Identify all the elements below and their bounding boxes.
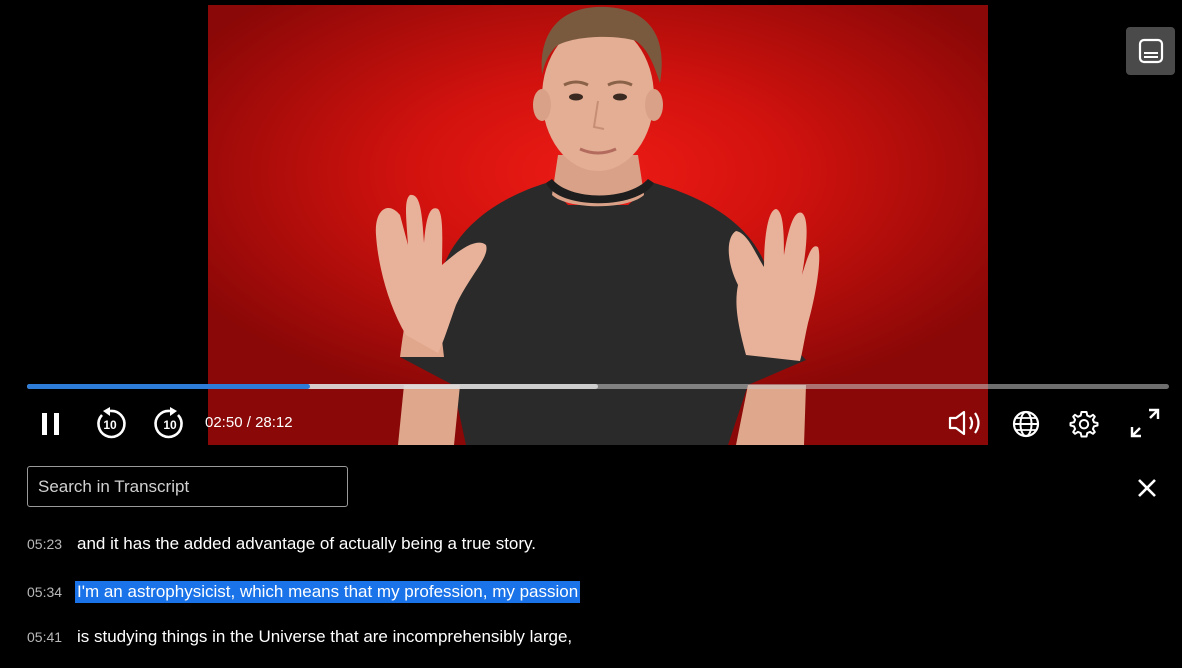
globe-icon (1012, 410, 1040, 438)
captions-button[interactable] (1126, 27, 1175, 75)
volume-icon (948, 410, 980, 436)
transcript-line-active[interactable]: 05:34 I'm an astrophysicist, which means… (27, 580, 581, 604)
pause-button[interactable] (38, 410, 64, 438)
rewind-10-button[interactable]: 10 (92, 406, 128, 442)
close-icon (1138, 479, 1156, 497)
volume-button[interactable] (946, 408, 986, 438)
progress-played (27, 384, 311, 389)
transcript-line[interactable]: 05:41 is studying things in the Universe… (27, 625, 574, 649)
settings-button[interactable] (1068, 408, 1100, 440)
captions-icon (1138, 38, 1163, 64)
transcript-text: and it has the added advantage of actual… (77, 534, 536, 553)
transcript-text: is studying things in the Universe that … (77, 627, 573, 646)
transcript-search-input[interactable] (27, 466, 348, 507)
duration: 28:12 (255, 414, 293, 431)
language-button[interactable] (1010, 408, 1042, 440)
video-area[interactable] (6, 5, 1180, 445)
transcript-timestamp: 05:23 (27, 536, 63, 552)
forward-10-label: 10 (163, 418, 177, 432)
forward-10-button[interactable]: 10 (152, 406, 188, 442)
rewind-10-label: 10 (103, 418, 117, 432)
time-separator: / (242, 414, 256, 431)
close-transcript-button[interactable] (1134, 475, 1160, 501)
transcript-timestamp: 05:41 (27, 629, 63, 645)
transcript-text-highlighted: I'm an astrophysicist, which means that … (75, 581, 581, 603)
current-time: 02:50 (205, 414, 243, 431)
video-frame (208, 5, 988, 445)
progress-bar[interactable] (27, 384, 1169, 389)
gear-icon (1069, 411, 1099, 438)
fullscreen-icon (1130, 408, 1160, 438)
pause-icon (42, 413, 59, 435)
transcript-timestamp: 05:34 (27, 584, 63, 600)
presenter-image (375, 6, 820, 445)
fullscreen-button[interactable] (1128, 406, 1162, 440)
time-display: 02:50 / 28:12 (205, 414, 293, 431)
transcript-line[interactable]: 05:23 and it has the added advantage of … (27, 532, 538, 556)
video-player: 10 10 02:50 / 28:12 Search in Transcript… (0, 0, 1182, 668)
